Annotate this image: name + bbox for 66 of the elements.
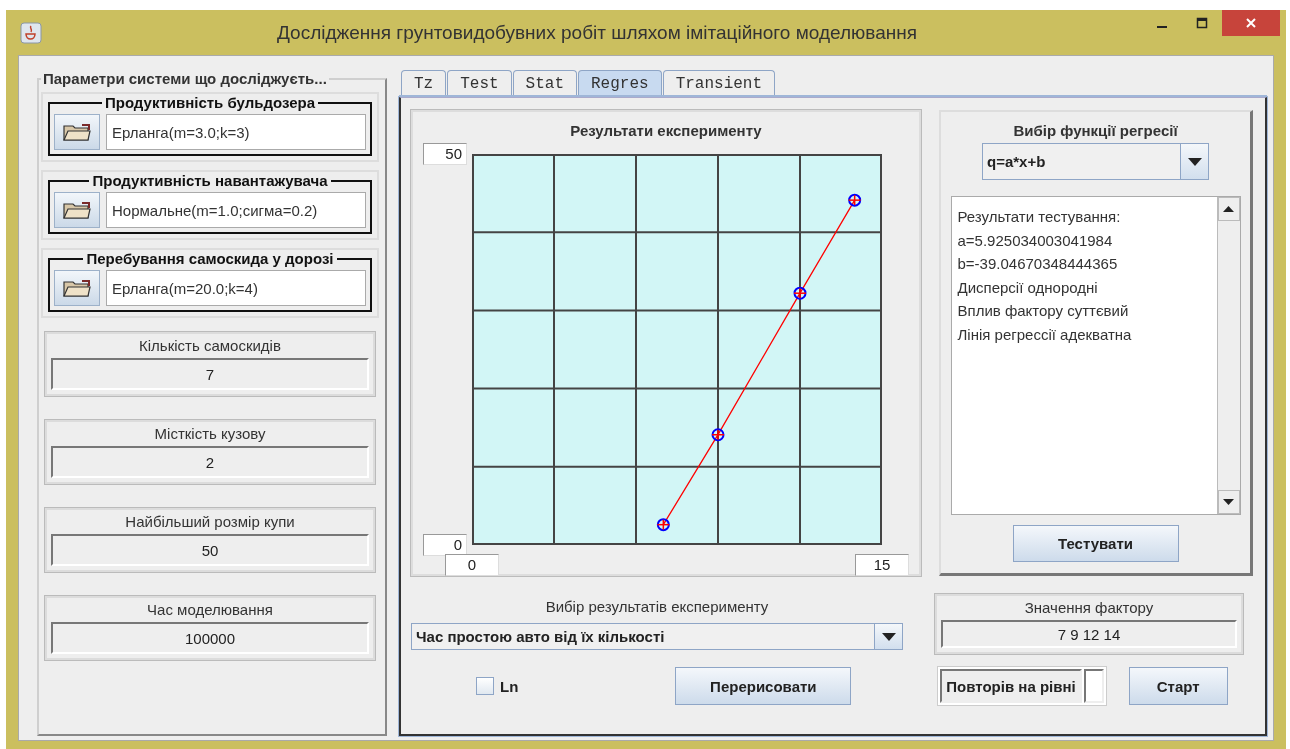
start-button[interactable]: Старт: [1128, 667, 1228, 705]
regression-title: Вибір функції регресії: [1013, 122, 1178, 139]
parameter-field[interactable]: 2: [51, 446, 369, 478]
tab[interactable]: Test: [447, 70, 512, 95]
repeats-label: Повторів на рівні: [940, 669, 1082, 703]
close-button[interactable]: [1222, 10, 1280, 36]
dropdown-arrow-icon: [1187, 157, 1202, 166]
group-title: Продуктивність навантажувача: [92, 172, 328, 189]
window-title: Дослідження грунтовидобувних робіт шляхом імітаційного моделювання: [276, 21, 918, 44]
parameter-field[interactable]: 7: [51, 358, 369, 390]
group-title: Перебування самоскида у дорозі: [86, 250, 334, 267]
result-line: Лінія регрессії адекватна: [957, 324, 1132, 345]
open-button[interactable]: [54, 270, 100, 306]
factor-field[interactable]: 7 9 12 14: [941, 620, 1237, 648]
parameter-field[interactable]: 50: [51, 534, 369, 566]
distribution-field[interactable]: Нормальне(m=1.0;сигма=0.2): [106, 192, 366, 228]
minimize-icon: [1157, 26, 1167, 28]
folder-icon: [62, 278, 92, 298]
result-line: a=5.925034003041984: [957, 230, 1113, 251]
open-button[interactable]: [54, 114, 100, 150]
redraw-button[interactable]: Перерисовати: [675, 667, 852, 705]
checkbox-label: Ln: [500, 677, 519, 695]
maximize-icon: [1196, 17, 1208, 29]
scrollbar[interactable]: [1216, 197, 1240, 514]
data-point: [711, 428, 725, 442]
result-line: Дисперсії однородні: [957, 277, 1098, 298]
data-point: [847, 193, 862, 207]
parameter-label: Час моделювання: [147, 601, 273, 618]
ln-checkbox[interactable]: [476, 677, 494, 695]
data-point: [793, 286, 807, 300]
tab[interactable]: Tz: [401, 70, 447, 95]
scroll-up-icon: [1223, 206, 1234, 212]
results-text-area[interactable]: Результати тестування: a=5.925034003041984 b=-39.04670348444365 Дисперсії однородні Вплив фактору суттєвий Лінія регрессії адекватна: [950, 196, 1241, 515]
x-max-field[interactable]: 15: [855, 554, 909, 576]
distribution-field[interactable]: Ерланга(m=20.0;k=4): [106, 270, 366, 306]
dropdown-arrow-icon: [881, 632, 896, 641]
tab[interactable]: Regres: [578, 70, 662, 95]
x-min-field[interactable]: 0: [445, 554, 499, 576]
parameter-field[interactable]: 100000: [51, 622, 369, 654]
parameter-label: Місткість кузову: [154, 425, 266, 442]
parameter-label: Кількість самоскидів: [139, 337, 281, 354]
distribution-field[interactable]: Ерланга(m=3.0;k=3): [106, 114, 366, 150]
scroll-down-icon: [1223, 499, 1234, 505]
group-title: Продуктивність бульдозера: [104, 94, 316, 111]
factor-label: Значення фактору: [1024, 599, 1154, 616]
y-min-field[interactable]: 0: [423, 534, 467, 556]
test-button[interactable]: Тестувати: [1012, 525, 1179, 562]
function-dropdown[interactable]: q=a*x+b: [982, 143, 1209, 180]
parameter-label: Найбільший розмір купи: [125, 513, 295, 530]
open-button[interactable]: [54, 192, 100, 228]
tab[interactable]: Stat: [512, 70, 577, 95]
panel-title: Параметри системи що досліджуєть...: [43, 70, 327, 87]
folder-icon: [62, 122, 92, 142]
data-point: [656, 518, 671, 532]
cup-icon: [20, 21, 42, 44]
result-line: Результати тестування:: [957, 207, 1121, 227]
result-line: Вплив фактору суттєвий: [957, 301, 1129, 321]
repeats-field[interactable]: [1083, 669, 1104, 703]
close-icon: [1245, 17, 1257, 29]
folder-icon: [62, 200, 92, 220]
tab[interactable]: Transient: [662, 70, 776, 95]
selector-label: Вибір результатів експерименту: [545, 598, 769, 615]
result-line: b=-39.04670348444365: [957, 254, 1118, 274]
chart-title: Результати експерименту: [570, 122, 762, 141]
experiment-dropdown[interactable]: Час простою авто від їх кількості: [411, 623, 903, 650]
y-max-field[interactable]: 50: [423, 143, 467, 165]
